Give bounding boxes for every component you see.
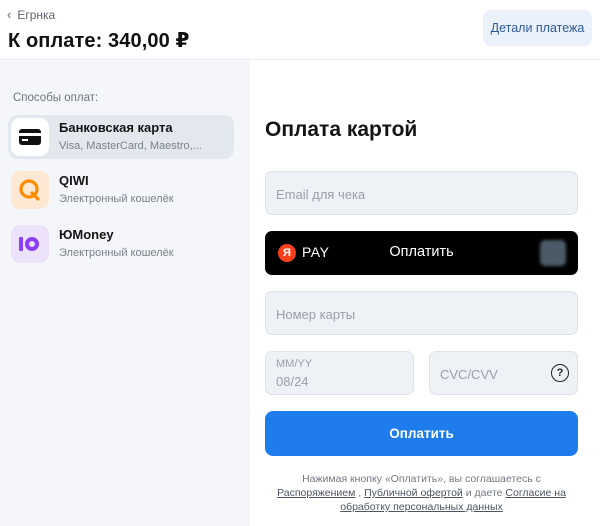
card-number-placeholder: Номер карты (276, 307, 356, 322)
credit-card-icon (11, 118, 49, 156)
chevron-left-icon: ‹ (7, 7, 12, 22)
public-offer-link[interactable]: Публичной офертой (364, 487, 463, 499)
yumoney-icon (11, 225, 49, 263)
expiry-value: 08/24 (276, 374, 309, 389)
cvc-placeholder: CVC/CVV (440, 367, 498, 382)
legal-separator: и даете (462, 487, 506, 499)
yandex-pay-label: Оплатить (389, 244, 454, 260)
back-link[interactable]: ‹ Егрнка (7, 8, 55, 22)
form-title: Оплата картой (265, 118, 418, 141)
user-avatar (540, 240, 566, 266)
pay-button[interactable]: Оплатить (265, 411, 578, 456)
email-field[interactable]: Email для чека (265, 171, 578, 215)
back-link-label: Егрнка (17, 8, 56, 22)
email-placeholder: Email для чека (276, 187, 366, 202)
page-header: ‹ Егрнка К оплате: 340,00 ₽ Детали плате… (0, 0, 600, 60)
method-name: Банковская карта (59, 120, 173, 135)
qiwi-icon (11, 171, 49, 209)
method-description: Электронный кошелёк (59, 247, 174, 259)
method-yumoney[interactable]: ЮMoney Электронный кошелёк (8, 222, 234, 266)
payment-methods-title: Способы оплат: (13, 92, 99, 104)
method-name: ЮMoney (59, 227, 114, 242)
method-description: Электронный кошелёк (59, 193, 174, 205)
amount-to-pay: К оплате: 340,00 ₽ (8, 30, 190, 52)
legal-text: Нажимая кнопку «Оплатить», вы соглашаете… (302, 473, 541, 485)
expiry-field[interactable]: MM/YY 08/24 (265, 351, 414, 395)
yandex-pay-button[interactable]: Я PAY Оплатить (265, 231, 578, 275)
help-icon[interactable]: ? (551, 364, 569, 382)
method-name: QIWI (59, 173, 89, 188)
card-number-field[interactable]: Номер карты (265, 291, 578, 335)
method-qiwi[interactable]: QIWI Электронный кошелёк (8, 168, 234, 212)
decree-link[interactable]: Распоряжением (277, 487, 355, 499)
legal-separator: , (355, 487, 365, 499)
method-description: Visa, MasterCard, Maestro,... (59, 140, 202, 152)
expiry-label: MM/YY (276, 358, 313, 370)
legal-notice: Нажимая кнопку «Оплатить», вы соглашаете… (265, 472, 578, 514)
payment-details-button[interactable]: Детали платежа (483, 10, 592, 46)
method-bank-card[interactable]: Банковская карта Visa, MasterCard, Maest… (8, 115, 234, 159)
